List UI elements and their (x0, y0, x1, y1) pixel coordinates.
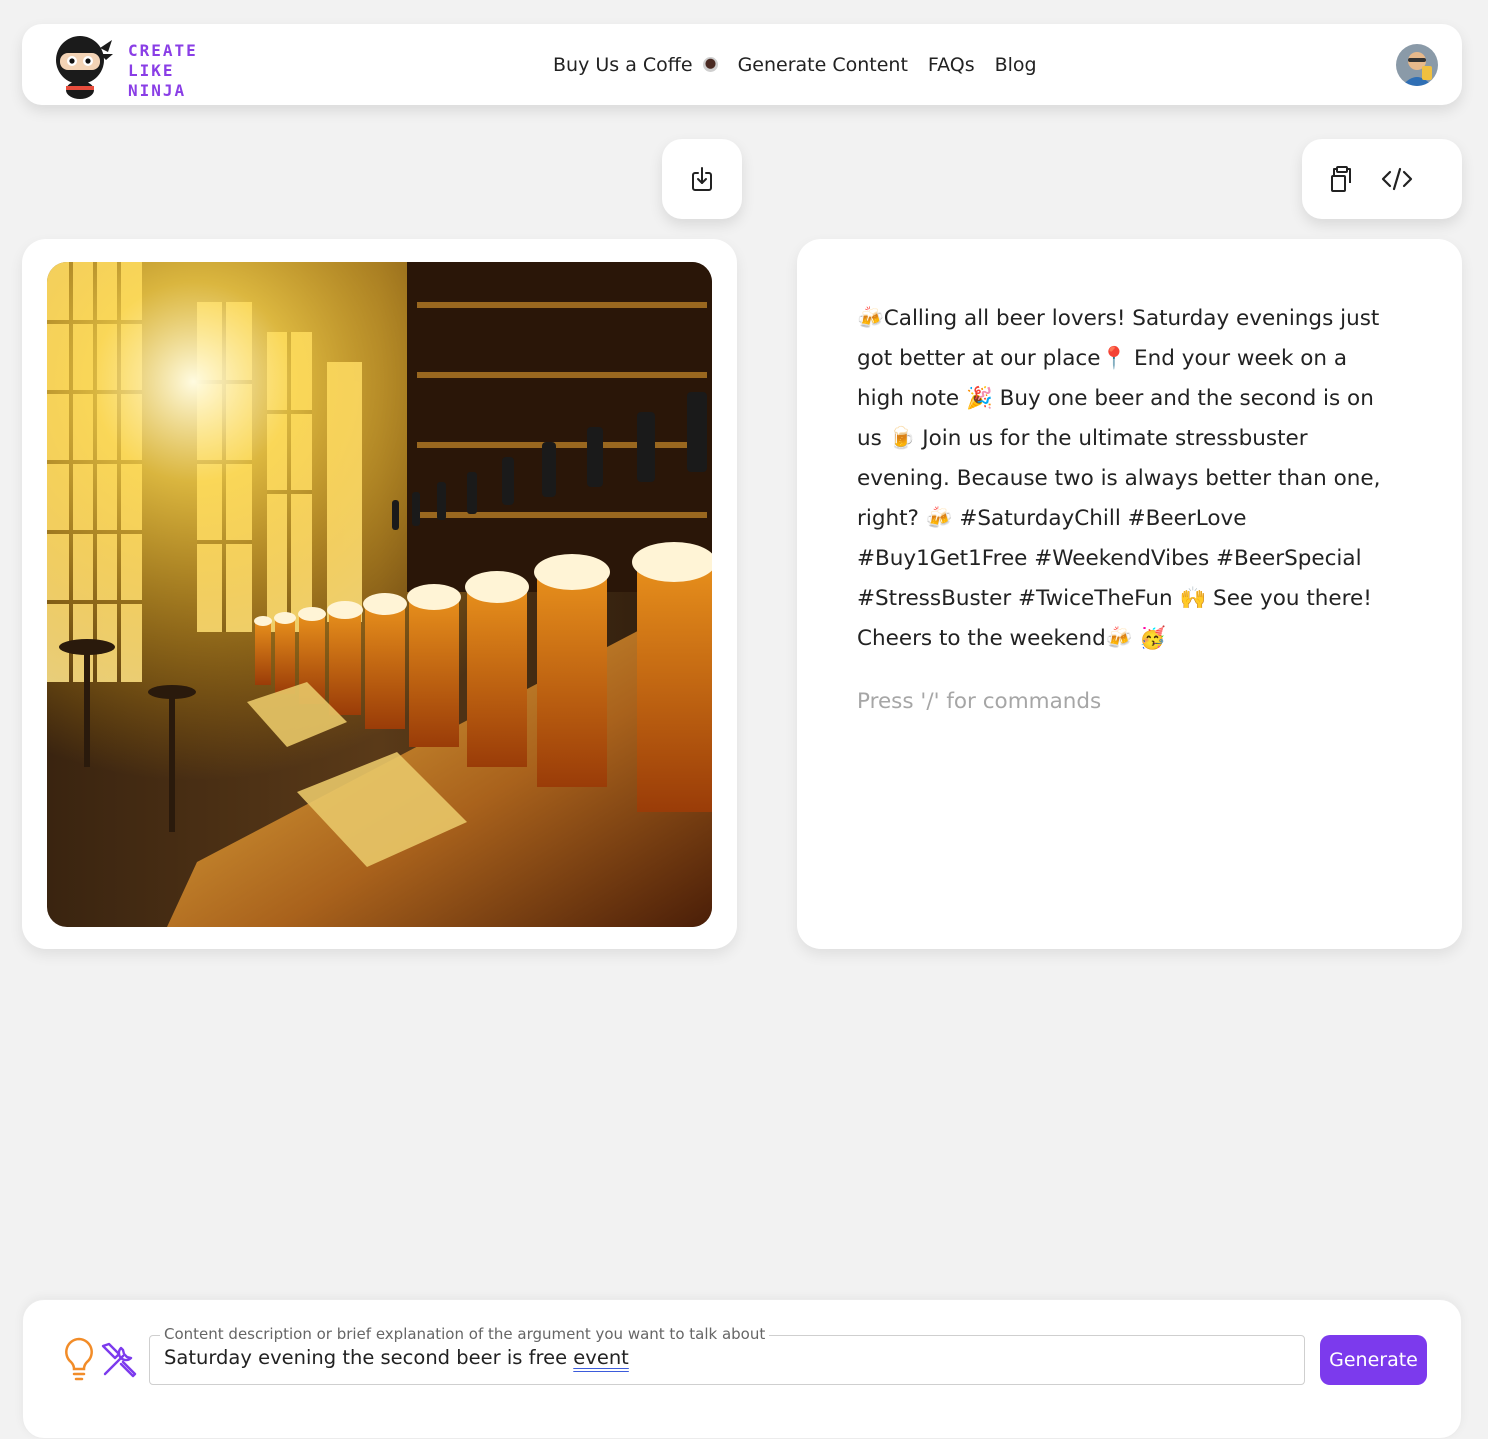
clipboard-copy-icon (1331, 166, 1351, 192)
commands-hint[interactable]: Press '/' for commands (857, 689, 1101, 714)
generated-image[interactable] (47, 262, 712, 927)
tools-icon[interactable] (99, 1340, 139, 1380)
text-toolbar (1302, 139, 1462, 219)
prompt-bar: Content description or brief explanation… (22, 1299, 1462, 1439)
nav-buy-coffee[interactable]: Buy Us a Coffe (553, 54, 718, 76)
top-navbar: CREATE LIKE NINJA Buy Us a Coffe Generat… (22, 24, 1462, 105)
generated-post-text[interactable]: 🍻Calling all beer lovers! Saturday eveni… (857, 299, 1397, 659)
nav-blog[interactable]: Blog (995, 54, 1037, 76)
download-button[interactable] (682, 159, 722, 199)
nav-generate-content[interactable]: Generate Content (738, 54, 908, 76)
lightbulb-icon[interactable] (61, 1336, 97, 1382)
brand-logo[interactable]: CREATE LIKE NINJA (50, 30, 250, 100)
copy-button[interactable] (1322, 159, 1362, 199)
content-description-input[interactable]: Saturday evening the second beer is free… (164, 1346, 629, 1369)
user-avatar[interactable] (1396, 44, 1438, 86)
input-text: Saturday evening the second beer is free (164, 1346, 574, 1369)
generated-text-card: 🍻Calling all beer lovers! Saturday eveni… (797, 239, 1462, 949)
download-icon (692, 167, 712, 191)
generated-image-card (22, 239, 737, 949)
generate-button[interactable]: Generate (1320, 1335, 1427, 1385)
coffee-cup-icon (702, 57, 718, 72)
content-description-label: Content description or brief explanation… (160, 1325, 770, 1343)
logo-text: CREATE LIKE NINJA (128, 41, 198, 100)
nav-faqs[interactable]: FAQs (928, 54, 975, 76)
ninja-mascot-icon (56, 36, 113, 99)
image-toolbar (662, 139, 742, 219)
avatar-image (1396, 44, 1438, 86)
code-view-button[interactable] (1377, 159, 1417, 199)
main-nav: Buy Us a Coffe Generate Content FAQs Blo… (553, 24, 1037, 105)
beer-bar-illustration (47, 262, 712, 927)
spellcheck-word: event (573, 1346, 629, 1369)
nav-buy-coffee-label: Buy Us a Coffe (553, 53, 693, 76)
code-icon (1381, 167, 1413, 191)
content-description-field[interactable]: Content description or brief explanation… (149, 1325, 1305, 1385)
